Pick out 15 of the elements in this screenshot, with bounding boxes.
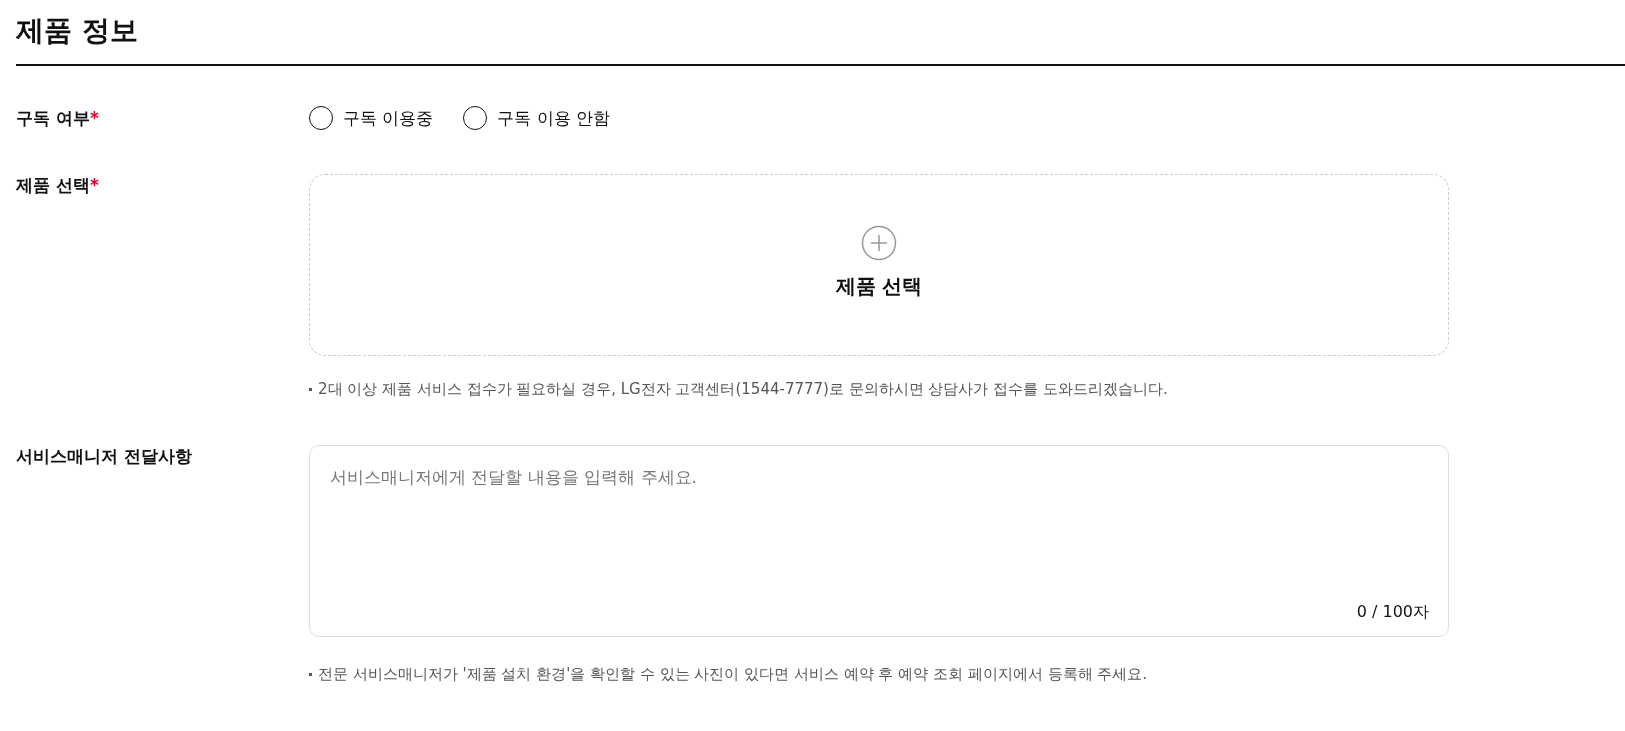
required-mark: * <box>89 107 99 128</box>
field-label: 제품 선택 <box>16 175 90 195</box>
help-text: 2대 이상 제품 서비스 접수가 필요하실 경우, LG전자 고객센터(1544-7777)로 문의하시면 상담사가 접수를 도와드리겠습니다. <box>318 380 1168 399</box>
radio-option[interactable]: 구독 이용중 <box>309 106 434 130</box>
character-counter: 0 / 100자 <box>1356 602 1429 623</box>
help-text: 전문 서비스매니저가 '제품 설치 환경'을 확인할 수 있는 사진이 있다면 서비스 예약 후 예약 조회 페이지에서 등록해 주세요. <box>318 665 1148 684</box>
required-mark: * <box>89 175 99 195</box>
bullet-icon <box>309 388 312 391</box>
radio-option[interactable]: 구독 이용 안함 <box>463 106 611 130</box>
bullet-icon <box>309 673 312 676</box>
section-title: 제품 정보 <box>16 13 139 49</box>
plus-circle-icon <box>861 224 897 261</box>
field-label: 구독 여부 <box>16 107 90 128</box>
field-label: 서비스매니저 전달사항 <box>16 446 192 466</box>
product-select-button[interactable]: 제품 선택 <box>309 174 1449 356</box>
